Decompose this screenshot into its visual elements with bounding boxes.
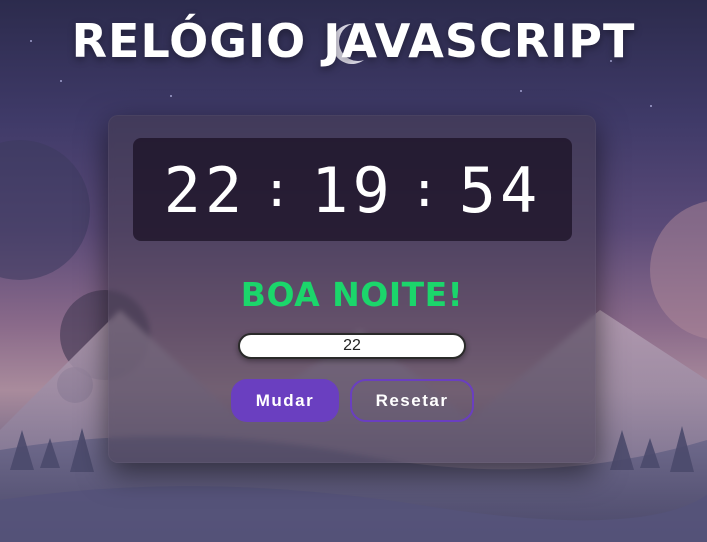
- clock-seconds: 54: [458, 153, 542, 227]
- clock-separator: :: [409, 162, 443, 218]
- reset-button[interactable]: Resetar: [350, 379, 474, 422]
- star: [60, 80, 62, 82]
- planet-right: [650, 201, 707, 339]
- clock-minutes: 19: [311, 153, 394, 227]
- planet-left: [0, 140, 90, 280]
- star: [650, 105, 652, 107]
- clock-separator: :: [262, 162, 296, 218]
- clock-hours: 22: [163, 153, 247, 227]
- greeting-message: BOA NOITE!: [240, 275, 464, 314]
- page-title: RELÓGIO JAVASCRIPT: [71, 14, 636, 68]
- star: [170, 95, 172, 97]
- digital-clock: 22 : 19 : 54: [133, 150, 572, 230]
- hour-input[interactable]: [238, 333, 466, 359]
- change-button[interactable]: Mudar: [231, 379, 339, 422]
- star: [520, 90, 522, 92]
